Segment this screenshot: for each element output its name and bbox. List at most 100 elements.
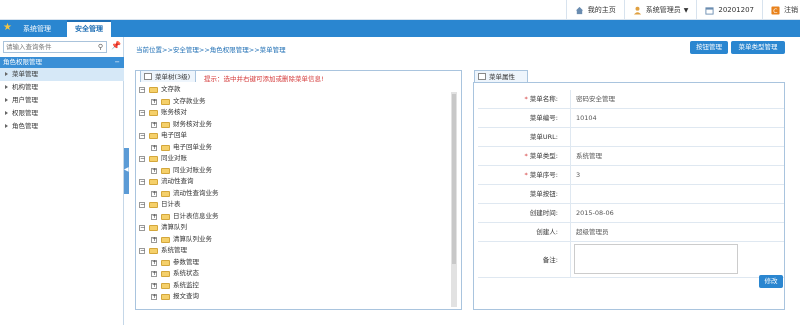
scrollbar-thumb[interactable] [452,94,456,264]
form-row: * 菜单序号: 3 [478,166,784,185]
tree-node[interactable]: − 同业对账 [137,153,455,165]
sidebar-item-org-management[interactable]: 机构管理 [0,81,124,94]
collapse-node-icon[interactable]: − [139,179,145,185]
arrow-right-icon [5,98,8,102]
tree-node[interactable]: − 系统管理 [137,245,455,257]
form-label-text: 菜单序号: [529,171,558,179]
form-row: 备注: [478,242,784,278]
tree-leaf[interactable]: + 流动性查询业务 [137,188,455,200]
tree-node-label: 清算队列 [161,223,187,231]
form-value[interactable]: 2015-08-06 [576,204,614,223]
tree-node[interactable]: − 账务核对 [137,107,455,119]
tree-leaf[interactable]: + 财务核对业务 [137,119,455,131]
sidebar-item-label: 权限管理 [12,109,38,117]
collapse-node-icon[interactable]: − [139,248,145,254]
folder-icon [161,271,170,277]
sidebar-list: 菜单管理 机构管理 用户管理 权限管理 角色管理 [0,68,124,133]
expand-node-icon[interactable]: + [151,271,157,277]
expand-node-icon[interactable]: + [151,144,157,151]
tree-node-label: 流动性查询业务 [173,188,219,197]
edit-button[interactable]: 修改 [759,275,783,288]
expand-node-icon[interactable]: + [151,282,157,289]
sidebar-toggle[interactable]: ◀ [124,148,129,194]
tree-node-label: 同业对账 [161,154,187,162]
tree-leaf[interactable]: + 系统监控 [137,280,455,292]
pin-icon[interactable]: 📌 [111,41,121,50]
tree-node[interactable]: − 电子回单 [137,130,455,142]
tree-leaf[interactable]: + 系统状态 [137,268,455,280]
expand-node-icon[interactable]: + [151,190,157,197]
folder-icon [149,110,158,116]
tree-leaf[interactable]: + 清算队列业务 [137,234,455,246]
sidebar-header[interactable]: 角色权限管理 − [0,57,124,68]
sidebar-search: ⚲ [3,41,107,53]
user-name: 系统管理员 [645,6,681,14]
folder-icon [149,156,158,162]
form-value[interactable]: 系统管理 [576,147,602,166]
menu-tree: − 文存款 + 文存款业务 − 账务核对 + 财务核对业务 − 电子回单 + 电子回单业务 − 同业对账 +… [137,84,455,306]
form-row: 菜单编号: 10104 [478,109,784,128]
form-label: 备注: [478,242,566,278]
form-value[interactable]: 超级管理员 [576,223,609,242]
folder-icon [161,294,170,300]
tree-node[interactable]: − 流动性查询 [137,176,455,188]
search-icon[interactable]: ⚲ [98,43,103,51]
menu-type-management-button[interactable]: 菜单类型管理 [731,41,785,54]
expand-node-icon[interactable]: + [151,294,157,300]
form-label-text: 创建人: [536,228,558,236]
tree-leaf[interactable]: + 参数管理 [137,257,455,269]
folder-icon [161,98,170,105]
form-label: * 菜单类型: [478,147,566,166]
divider [570,90,571,108]
form-value[interactable]: 密码安全管理 [576,90,615,109]
collapse-node-icon[interactable]: − [139,133,145,139]
sidebar: ⚲ 📌 角色权限管理 − 菜单管理 机构管理 用户管理 权限管理 角色管理 [0,37,124,325]
sidebar-item-user-management[interactable]: 用户管理 [0,94,124,107]
tab-security-management[interactable]: 安全管理 [67,20,111,37]
tree-node[interactable]: − 日计表 [137,199,455,211]
svg-text:C: C [773,7,778,14]
tree-node[interactable]: − 清算队列 [137,222,455,234]
expand-node-icon[interactable]: + [151,167,157,174]
expand-node-icon[interactable]: + [151,121,157,128]
home-link[interactable]: 我的主页 [565,0,624,20]
tab-menu-attributes[interactable]: 菜单属性 [474,70,528,82]
expand-node-icon[interactable]: + [151,213,157,220]
tree-leaf[interactable]: + 同业对账业务 [137,165,455,177]
collapse-node-icon[interactable]: − [139,87,145,93]
collapse-node-icon[interactable]: − [139,156,145,162]
tree-leaf[interactable]: + 电子回单业务 [137,142,455,154]
sidebar-item-menu-management[interactable]: 菜单管理 [0,68,124,81]
expand-node-icon[interactable]: + [151,98,157,105]
sidebar-item-permission-management[interactable]: 权限管理 [0,107,124,120]
collapse-node-icon[interactable]: − [139,202,145,208]
search-input[interactable] [4,42,94,52]
tree-leaf[interactable]: + 文存款业务 [137,96,455,108]
logout-link[interactable]: C 注销 [762,0,800,20]
expand-node-icon[interactable]: + [151,236,157,243]
collapse-node-icon[interactable]: − [139,225,145,231]
folder-icon [149,225,158,231]
tree-scrollbar[interactable] [451,92,457,307]
sidebar-item-role-management[interactable]: 角色管理 [0,120,124,133]
tree-node-label: 账务核对 [161,108,187,116]
button-management-button[interactable]: 按钮管理 [690,41,728,54]
form-value[interactable]: 3 [576,166,580,185]
tree-leaf[interactable]: + 日计表信息业务 [137,211,455,223]
tree-node[interactable]: − 文存款 [137,84,455,96]
tree-leaf[interactable]: + 报文查询 [137,291,455,303]
tab-system-management[interactable]: 系统管理 [12,22,62,37]
form-value[interactable]: 10104 [576,109,597,128]
user-menu[interactable]: 系统管理员 ▼ [623,0,697,20]
expand-node-icon[interactable]: + [151,259,157,266]
remark-textarea[interactable] [574,244,738,274]
form-label-text: 菜单按钮: [529,190,558,198]
user-icon [633,6,641,15]
collapse-node-icon[interactable]: − [139,110,145,116]
form-row: 菜单URL: [478,128,784,147]
collapse-icon[interactable]: − [115,57,120,68]
tree-node-label: 参数管理 [173,257,199,266]
tab-menu-tree[interactable]: 菜单树(3级) [140,70,196,82]
home-label: 我的主页 [587,6,616,14]
folder-icon [161,121,170,128]
